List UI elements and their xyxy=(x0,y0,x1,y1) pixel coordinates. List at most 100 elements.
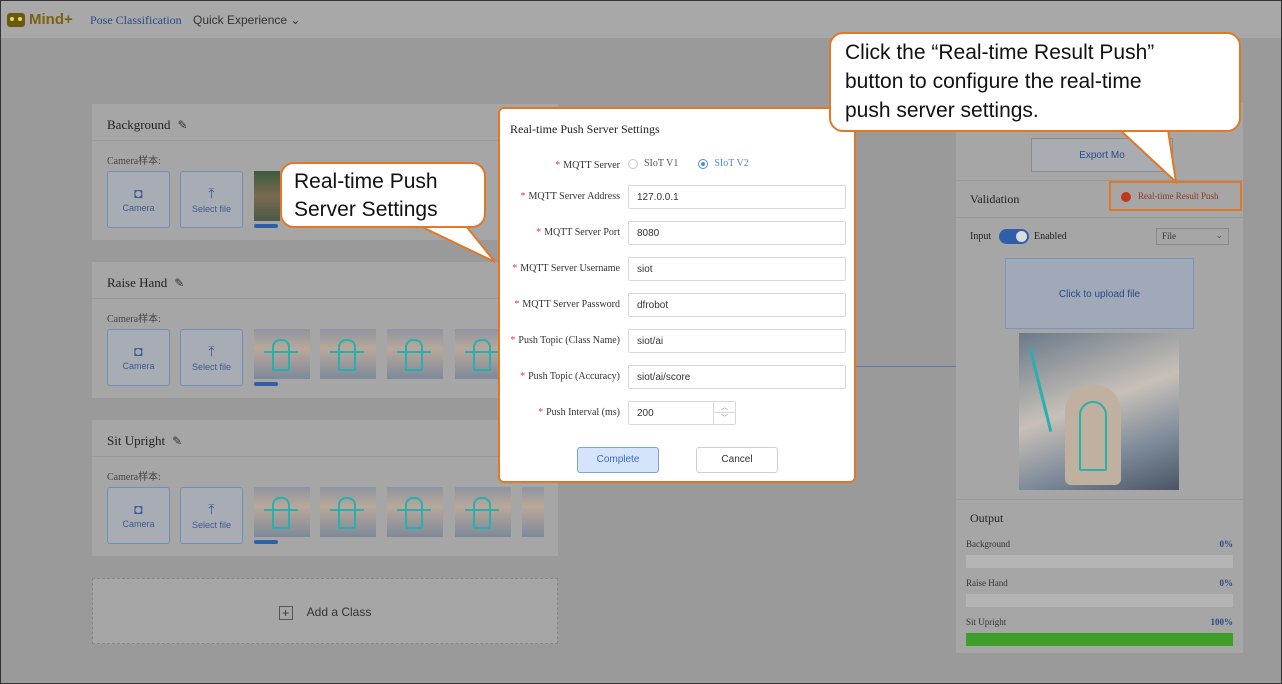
form-row: * MQTT Server Password dfrobot xyxy=(500,293,854,317)
callout-line: Server Settings xyxy=(294,198,438,221)
divider xyxy=(956,499,1243,500)
output-bar xyxy=(966,633,1233,646)
validation-title: Validation xyxy=(970,192,1020,206)
field-label: * MQTT Server Username xyxy=(512,263,620,274)
mqtt-server-row: * MQTT Server SIoT V1 SIoT V2 xyxy=(500,154,854,178)
class-title: Sit Upright ✎ xyxy=(107,433,182,449)
plus-icon: + xyxy=(278,605,293,620)
field-label-text: MQTT Server xyxy=(563,160,620,171)
sample-thumbnail[interactable] xyxy=(522,487,544,537)
camera-button[interactable]: ◘ Camera xyxy=(107,329,170,386)
sample-thumbnail[interactable] xyxy=(455,329,498,379)
select-file-label: Select file xyxy=(191,362,232,372)
edit-pencil-icon[interactable]: ✎ xyxy=(178,118,188,133)
mqtt-server-radio-group: SIoT V1 SIoT V2 xyxy=(628,158,769,169)
camera-button[interactable]: ◘ Camera xyxy=(107,171,170,228)
input-label: Input xyxy=(970,231,992,242)
nav-quick-experience[interactable]: Quick Experience ⌄ xyxy=(193,13,300,27)
form-row: * MQTT Server Username siot xyxy=(500,257,854,281)
pose-skeleton-overlay xyxy=(397,497,431,529)
push-server-settings-dialog: Real-time Push Server Settings * MQTT Ser… xyxy=(498,107,856,483)
app-logo[interactable]: Mind+ xyxy=(7,11,73,28)
form-row: * MQTT Server Address 127.0.0.1 xyxy=(500,185,854,209)
field-label: * MQTT Server Port xyxy=(536,227,620,238)
edit-pencil-icon[interactable]: ✎ xyxy=(172,434,182,449)
input-source-select[interactable]: File ⌄ xyxy=(1156,228,1229,245)
select-file-button[interactable]: ⤒ Select file xyxy=(180,171,243,228)
pose-skeleton-overlay xyxy=(1079,401,1107,471)
field-label: * Push Topic (Accuracy) xyxy=(520,371,620,382)
select-file-button[interactable]: ⤒ Select file xyxy=(180,329,243,386)
required-mark: * xyxy=(514,299,520,310)
mqtt-address-input[interactable]: 127.0.0.1 xyxy=(628,185,846,209)
sample-thumbnail[interactable] xyxy=(254,171,280,221)
radio-label-siot-v1[interactable]: SIoT V1 xyxy=(644,158,678,169)
field-label-text: Push Topic (Accuracy) xyxy=(528,371,620,382)
nav-pose-classification[interactable]: Pose Classification xyxy=(90,13,182,28)
sample-thumbnail[interactable] xyxy=(320,329,376,379)
callout-server-settings-hint: Real-time Push Server Settings xyxy=(280,162,486,228)
form-row: * MQTT Server Port 8080 xyxy=(500,221,854,245)
raised-arm-skeleton xyxy=(1028,347,1053,433)
camera-samples-label: Camera样本: xyxy=(107,156,161,167)
camera-button-label: Camera xyxy=(122,519,155,529)
validation-preview-image xyxy=(1019,333,1179,490)
edit-pencil-icon[interactable]: ✎ xyxy=(174,276,184,291)
divider xyxy=(92,456,558,457)
radio-siot-v1[interactable] xyxy=(628,158,638,169)
add-class-button[interactable]: + Add a Class xyxy=(92,578,558,644)
output-bar-fill xyxy=(966,633,1233,646)
field-label: * Push Topic (Class Name) xyxy=(510,335,620,346)
input-toggle[interactable] xyxy=(999,229,1029,244)
output-class-name: Sit Upright xyxy=(966,617,1007,627)
mqtt-password-input[interactable]: dfrobot xyxy=(628,293,846,317)
output-class-name: Raise Hand xyxy=(966,578,1008,588)
camera-button-label: Camera xyxy=(122,203,155,213)
realtime-result-push-button[interactable]: Real-time Result Push xyxy=(1109,181,1242,211)
callout-realtime-push-hint: Click the “Real-time Result Push” button… xyxy=(829,32,1241,132)
dialog-title: Real-time Push Server Settings xyxy=(510,122,660,136)
sample-thumbnail[interactable] xyxy=(455,487,511,537)
field-label-text: MQTT Server Address xyxy=(528,191,620,202)
radio-label-siot-v2[interactable]: SIoT V2 xyxy=(714,158,748,169)
sample-thumbnail[interactable] xyxy=(387,329,443,379)
cancel-button[interactable]: Cancel xyxy=(696,447,778,473)
chevron-up-icon[interactable]: ︿ xyxy=(714,402,735,413)
add-class-label: Add a Class xyxy=(306,605,372,619)
pose-skeleton-overlay xyxy=(264,497,298,529)
export-model-button[interactable]: Export Mo xyxy=(1031,138,1173,172)
sample-thumbnail[interactable] xyxy=(320,487,376,537)
sample-thumbnail[interactable] xyxy=(254,329,310,379)
output-bar xyxy=(966,555,1233,568)
push-topic-accuracy-input[interactable]: siot/ai/score xyxy=(628,365,846,389)
required-mark: * xyxy=(510,335,516,346)
select-file-button[interactable]: ⤒ Select file xyxy=(180,487,243,544)
class-name: Sit Upright xyxy=(107,433,166,448)
camera-icon: ◘ xyxy=(134,185,143,201)
field-label: * MQTT Server xyxy=(555,160,620,171)
pose-skeleton-overlay xyxy=(264,339,298,371)
radio-siot-v2[interactable] xyxy=(698,158,709,169)
pose-skeleton-overlay xyxy=(465,497,499,529)
field-label-text: Push Topic (Class Name) xyxy=(518,335,620,346)
mqtt-username-input[interactable]: siot xyxy=(628,257,846,281)
divider xyxy=(956,217,1243,218)
select-file-label: Select file xyxy=(191,520,232,530)
stepper-buttons: ︿ ﹀ xyxy=(713,402,735,424)
complete-button[interactable]: Complete xyxy=(577,447,659,473)
field-label-text: MQTT Server Username xyxy=(520,263,620,274)
validation-panel: Export Mo Validation Real-time Result Pu… xyxy=(956,103,1243,653)
upload-dropzone[interactable]: Click to upload file xyxy=(1005,258,1194,329)
sample-thumbnail[interactable] xyxy=(254,487,310,537)
camera-button[interactable]: ◘ Camera xyxy=(107,487,170,544)
mqtt-port-input[interactable]: 8080 xyxy=(628,221,846,245)
push-interval-stepper[interactable]: 200 ︿ ﹀ xyxy=(628,401,736,425)
field-label: * Push Interval (ms) xyxy=(538,407,620,418)
sample-thumbnail[interactable] xyxy=(387,487,443,537)
camera-button-label: Camera xyxy=(122,361,155,371)
class-card-raise-hand: Raise Hand ✎ Camera样本: ◘ Camera ⤒ Select fi… xyxy=(92,262,558,398)
chevron-down-icon[interactable]: ﹀ xyxy=(714,413,735,424)
push-topic-class-input[interactable]: siot/ai xyxy=(628,329,846,353)
stepper-value: 200 xyxy=(637,408,654,419)
pose-skeleton-overlay xyxy=(465,339,498,371)
